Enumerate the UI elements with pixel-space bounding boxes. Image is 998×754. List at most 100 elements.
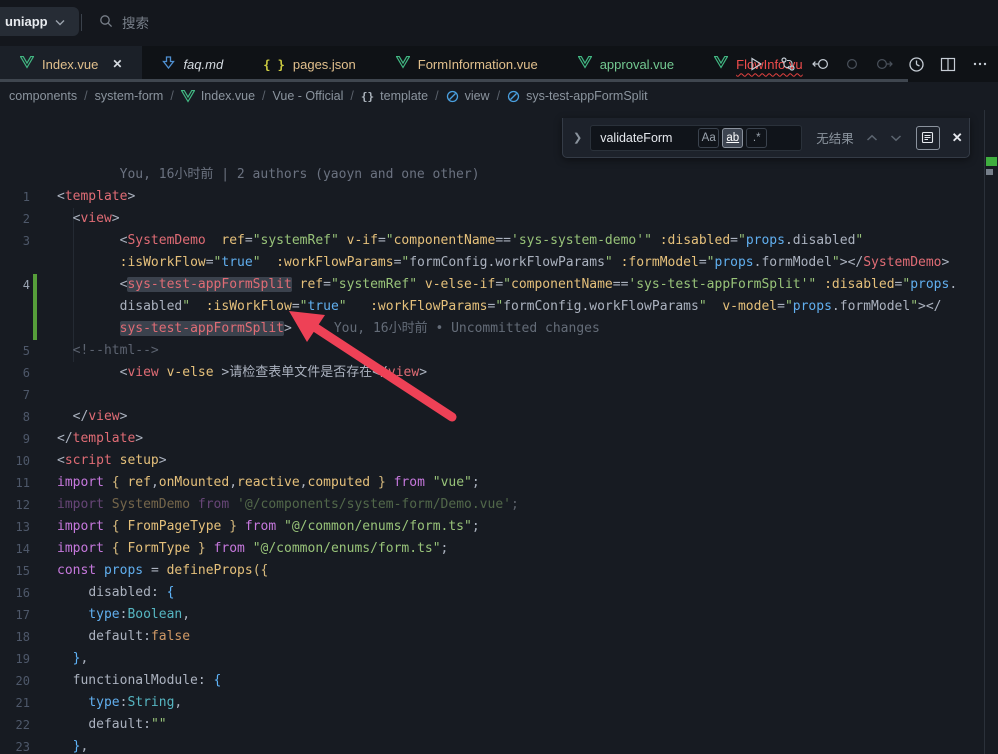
code-row: 23 }, (0, 736, 984, 754)
code-line[interactable]: import SystemDemo from '@/components/sys… (57, 494, 519, 516)
editor-actions (746, 46, 994, 82)
code-line[interactable]: </template> (57, 428, 143, 450)
breadcrumb-separator: / (497, 89, 500, 103)
find-next-button[interactable] (890, 134, 902, 142)
breadcrumb-item-sys-test-appformsplit[interactable]: sys-test-appFormSplit (507, 89, 648, 103)
breadcrumb-item-vue-official[interactable]: Vue - Official (273, 89, 344, 103)
tab-forminformation-vue[interactable]: FormInformation.vue (376, 46, 558, 82)
code-row: 21 type:String, (0, 692, 984, 714)
code-line[interactable]: <sys-test-appFormSplit ref="systemRef" v… (57, 274, 957, 296)
tab-index-vue[interactable]: Index.vue✕ (0, 46, 142, 82)
gutter-space (33, 692, 37, 714)
tab-pages-json[interactable]: { }pages.json (243, 46, 376, 82)
breadcrumb-item-template[interactable]: {}template (361, 89, 428, 103)
breadcrumb-label: view (465, 89, 490, 103)
code-line[interactable]: <view v-else >请检查表单文件是否存在</view> (57, 362, 427, 384)
gutter-space (33, 164, 37, 186)
project-menu-button[interactable]: uniapp (0, 7, 79, 36)
gutter-space (33, 714, 37, 736)
breadcrumb-item-system-form[interactable]: system-form (95, 89, 164, 103)
breadcrumb-item-index-vue[interactable]: Index.vue (181, 89, 255, 103)
code-line[interactable]: <SystemDemo ref="systemRef" v-if="compon… (57, 230, 863, 252)
code-row: 2 <view> (0, 208, 984, 230)
line-number (0, 164, 30, 186)
gutter-space (33, 406, 37, 428)
line-number: 22 (0, 714, 30, 736)
code-row: 8 </view> (0, 406, 984, 428)
regex-toggle[interactable]: .* (746, 128, 767, 148)
code-line[interactable]: disabled: { (57, 582, 174, 604)
code-line[interactable]: functionalModule: { (57, 670, 221, 692)
git-change-bar (33, 296, 37, 318)
breadcrumb-label: template (380, 89, 428, 103)
line-number: 17 (0, 604, 30, 626)
more-actions-icon[interactable] (970, 54, 990, 74)
code-line[interactable]: type:String, (57, 692, 182, 714)
find-input[interactable] (598, 130, 698, 146)
line-number: 8 (0, 406, 30, 428)
gutter-space (33, 384, 37, 406)
code-line[interactable]: sys-test-appFormSplit>You, 16小时前 • Uncom… (57, 318, 600, 340)
project-name: uniapp (5, 14, 48, 29)
code-line[interactable]: <template> (57, 186, 135, 208)
line-number: 14 (0, 538, 30, 560)
code-line[interactable]: default:"" (57, 714, 167, 736)
find-in-selection-toggle[interactable] (916, 126, 940, 150)
gutter-space (33, 736, 37, 754)
close-find-icon[interactable]: ✕ (952, 130, 963, 146)
line-number: 16 (0, 582, 30, 604)
code-line[interactable]: default:false (57, 626, 190, 648)
code-line[interactable]: disabled" :isWorkFlow="true" :workFlowPa… (57, 296, 942, 318)
tab-label: FormInformation.vue (418, 57, 538, 72)
code-line[interactable]: }, (57, 736, 88, 754)
code-row: 22 default:"" (0, 714, 984, 736)
record-time-icon[interactable] (906, 54, 926, 74)
tab-approval-vue[interactable]: approval.vue (558, 46, 694, 82)
tab-faq-md[interactable]: faq.md (142, 46, 243, 82)
code-line[interactable]: import { FormType } from "@/common/enums… (57, 538, 448, 560)
whole-word-toggle[interactable]: ab (722, 128, 743, 148)
code-line[interactable]: :isWorkFlow="true" :workFlowParams="form… (57, 252, 949, 274)
circle-outline-icon (842, 54, 862, 74)
find-results-label: 无结果 (816, 128, 854, 147)
code-line[interactable]: <script setup> (57, 450, 167, 472)
line-number: 4 (0, 274, 30, 296)
split-editor-icon[interactable] (938, 54, 958, 74)
code-row: 10<script setup> (0, 450, 984, 472)
code-line[interactable]: import { FromPageType } from "@/common/e… (57, 516, 480, 538)
code-line[interactable]: }, (57, 648, 88, 670)
code-line[interactable]: You, 16小时前 | 2 authors (yaoyn and one ot… (57, 164, 480, 186)
code-row: 4 <sys-test-appFormSplit ref="systemRef"… (0, 274, 984, 296)
breadcrumb-item-components[interactable]: components (9, 89, 77, 103)
toggle-replace-chevron[interactable]: ❯ (563, 131, 590, 144)
run-icon[interactable] (746, 54, 766, 74)
circle-arrow-right-icon (874, 54, 894, 74)
inline-blame: You, 16小时前 • Uncommitted changes (334, 321, 600, 336)
overview-ruler[interactable] (985, 110, 998, 754)
line-number: 1 (0, 186, 30, 208)
find-previous-button[interactable] (866, 134, 878, 142)
code-row: You, 16小时前 | 2 authors (yaoyn and one ot… (0, 164, 984, 186)
code-line[interactable]: <!--html--> (57, 340, 159, 362)
vue-file-icon (20, 56, 34, 72)
find-input-box[interactable]: Aa ab .* (590, 125, 802, 151)
code-line[interactable]: </view> (57, 406, 127, 428)
breadcrumb-item-view[interactable]: view (446, 89, 490, 103)
match-case-toggle[interactable]: Aa (698, 128, 719, 148)
close-tab-icon[interactable]: ✕ (112, 57, 122, 71)
breadcrumb-label: Index.vue (201, 89, 255, 103)
code-line[interactable]: import { ref,onMounted,reactive,computed… (57, 472, 480, 494)
git-compare-icon[interactable] (778, 54, 798, 74)
tab-label: faq.md (183, 57, 223, 72)
code-row: 5 <!--html--> (0, 340, 984, 362)
code-line[interactable]: type:Boolean, (57, 604, 190, 626)
navigate-back-circle-icon[interactable] (810, 54, 830, 74)
line-number: 11 (0, 472, 30, 494)
gutter-space (33, 230, 37, 252)
command-center-search[interactable]: 搜索 (99, 11, 149, 33)
code-line[interactable]: const props = defineProps({ (57, 560, 268, 582)
tab-label: approval.vue (600, 57, 674, 72)
gutter-space (33, 626, 37, 648)
symbol-icon (507, 90, 520, 103)
code-line[interactable]: <view> (57, 208, 120, 230)
